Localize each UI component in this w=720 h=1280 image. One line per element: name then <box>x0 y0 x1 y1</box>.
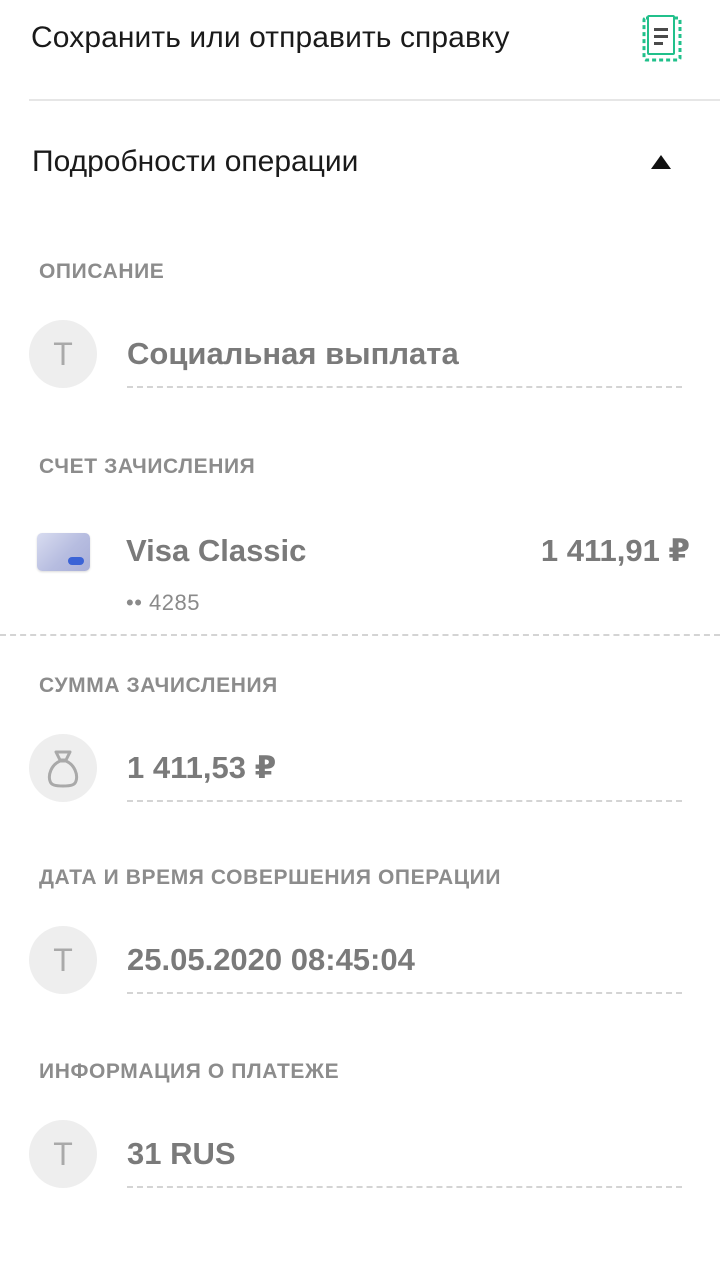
divider <box>127 386 682 388</box>
avatar-letter: Т <box>53 1136 73 1172</box>
avatar: Т <box>29 320 97 388</box>
description-caption: ОПИСАНИЕ <box>39 260 165 283</box>
avatar: Т <box>29 1120 97 1188</box>
avatar-letter: Т <box>53 942 73 978</box>
divider <box>127 992 682 994</box>
datetime-value: 25.05.2020 08:45:04 <box>127 942 415 977</box>
money-bag-icon <box>47 750 79 788</box>
document-icon[interactable] <box>640 14 684 62</box>
card-icon <box>37 533 90 571</box>
divider <box>127 800 682 802</box>
card-name[interactable]: Visa Classic <box>126 531 306 571</box>
divider <box>127 1186 682 1188</box>
card-chip <box>68 557 84 565</box>
chevron-up-icon[interactable] <box>651 155 671 169</box>
card-number: •• 4285 <box>126 590 200 615</box>
details-toggle[interactable]: Подробности операции <box>0 130 720 194</box>
card-balance: 1 411,91 ₽ <box>540 533 690 568</box>
account-caption: СЧЕТ ЗАЧИСЛЕНИЯ <box>39 455 256 478</box>
money-bag-avatar <box>29 734 97 802</box>
avatar: Т <box>29 926 97 994</box>
divider <box>29 99 720 101</box>
details-title: Подробности операции <box>32 145 359 178</box>
avatar-letter: Т <box>53 336 73 372</box>
datetime-caption: ДАТА И ВРЕМЯ СОВЕРШЕНИЯ ОПЕРАЦИИ <box>39 866 502 889</box>
save-certificate-row[interactable]: Сохранить или отправить справку <box>0 0 720 100</box>
save-certificate-label[interactable]: Сохранить или отправить справку <box>31 18 510 58</box>
divider <box>0 634 720 636</box>
description-value: Социальная выплата <box>127 336 459 371</box>
amount-value: 1 411,53 ₽ <box>127 750 277 785</box>
payment-info-value: 31 RUS <box>127 1136 236 1171</box>
operation-details-page: Сохранить или отправить справку Подробно… <box>0 0 720 1280</box>
amount-caption: СУММА ЗАЧИСЛЕНИЯ <box>39 674 278 697</box>
payment-info-caption: ИНФОРМАЦИЯ О ПЛАТЕЖЕ <box>39 1060 340 1083</box>
